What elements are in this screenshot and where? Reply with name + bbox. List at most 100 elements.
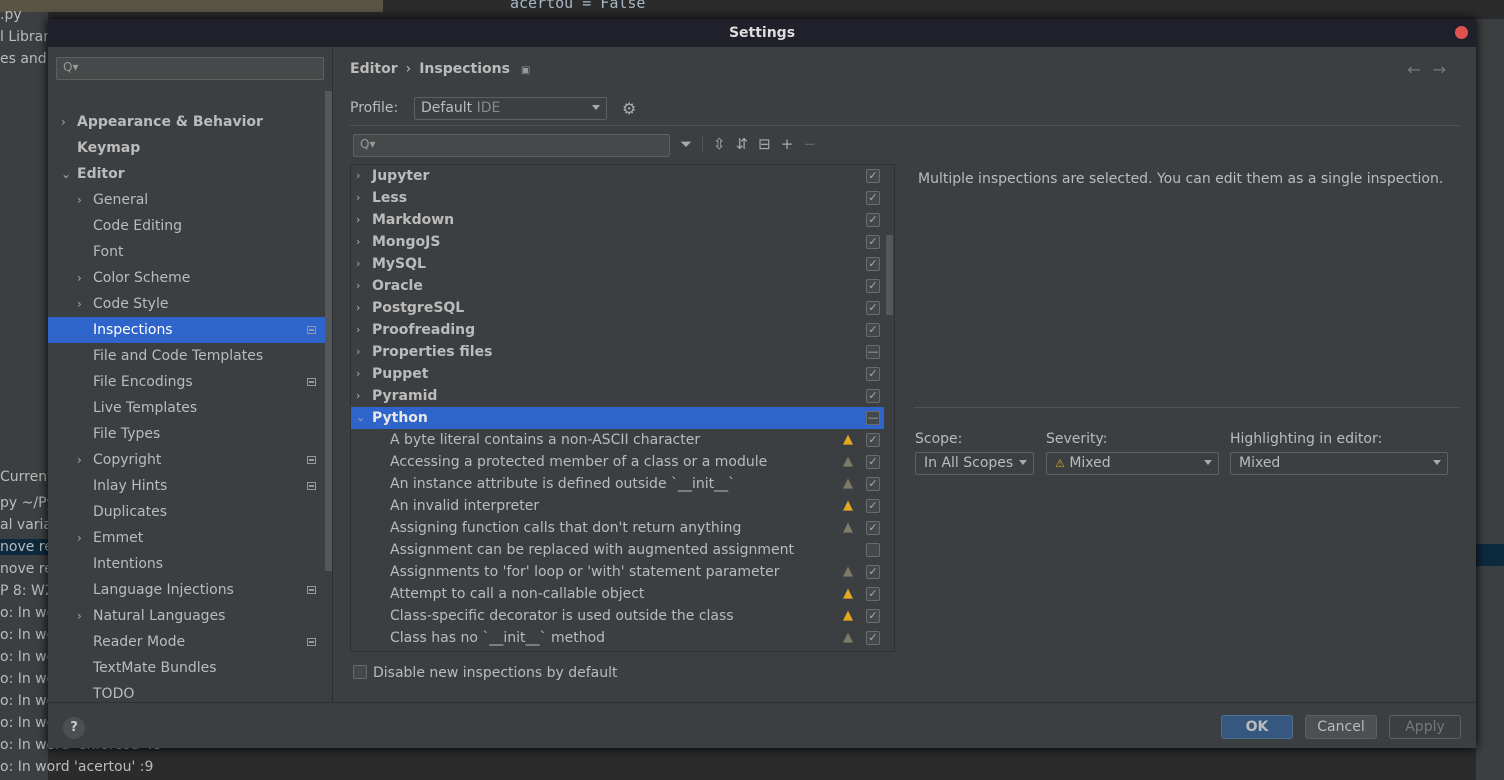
checkbox[interactable]: ✓: [866, 565, 880, 579]
chevron-right-icon[interactable]: ›: [77, 525, 82, 551]
inspection-group[interactable]: › Oracle ✓: [351, 275, 884, 297]
chevron-right-icon[interactable]: ›: [77, 291, 82, 317]
inspection-group[interactable]: › Properties files —: [351, 341, 884, 363]
inspection-group[interactable]: › Proofreading ✓: [351, 319, 884, 341]
chevron-right-icon[interactable]: ›: [356, 231, 360, 253]
inspection-group[interactable]: › Puppet ✓: [351, 363, 884, 385]
inspection-item[interactable]: An invalid interpreter ▲ ✓: [351, 495, 884, 517]
sidebar-item-inlay-hints[interactable]: Inlay Hints: [48, 473, 332, 499]
sidebar-item-appearance-behavior[interactable]: › Appearance & Behavior: [48, 109, 332, 135]
apply-button[interactable]: Apply: [1389, 715, 1461, 739]
sidebar-item-emmet[interactable]: › Emmet: [48, 525, 332, 551]
severity-select[interactable]: ⚠ Mixed: [1046, 452, 1219, 475]
ok-button[interactable]: OK: [1221, 715, 1293, 739]
cancel-button[interactable]: Cancel: [1305, 715, 1377, 739]
sidebar-item-color-scheme[interactable]: › Color Scheme: [48, 265, 332, 291]
chevron-right-icon[interactable]: ›: [77, 603, 82, 629]
chevron-right-icon[interactable]: ›: [356, 297, 360, 319]
remove-icon[interactable]: −: [803, 135, 816, 153]
chevron-right-icon[interactable]: ›: [77, 187, 82, 213]
chevron-right-icon[interactable]: ›: [77, 265, 82, 291]
sidebar-item-file-and-code-templates[interactable]: File and Code Templates: [48, 343, 332, 369]
sidebar-item-code-style[interactable]: › Code Style: [48, 291, 332, 317]
tree-scrollbar[interactable]: [886, 235, 893, 315]
sidebar-item-intentions[interactable]: Intentions: [48, 551, 332, 577]
chevron-right-icon[interactable]: ›: [356, 165, 360, 187]
chevron-right-icon[interactable]: ›: [61, 109, 66, 135]
chevron-down-icon[interactable]: ⌄: [356, 407, 365, 429]
chevron-right-icon[interactable]: ›: [77, 447, 82, 473]
chevron-down-icon[interactable]: ⌄: [61, 161, 71, 187]
chevron-right-icon[interactable]: ›: [356, 209, 360, 231]
checkbox[interactable]: ✓: [866, 213, 880, 227]
sidebar-item-copyright[interactable]: › Copyright: [48, 447, 332, 473]
close-button[interactable]: [1455, 26, 1468, 39]
checkbox[interactable]: ✓: [866, 477, 880, 491]
checkbox[interactable]: ✓: [866, 609, 880, 623]
back-arrow-icon[interactable]: ←: [1407, 60, 1432, 79]
profile-select[interactable]: Default IDE: [414, 97, 607, 120]
checkbox[interactable]: ✓: [866, 521, 880, 535]
checkbox[interactable]: ✓: [866, 323, 880, 337]
checkbox[interactable]: ✓: [866, 235, 880, 249]
checkbox[interactable]: ✓: [866, 587, 880, 601]
inspection-item[interactable]: Attempt to call a non-callable object ▲ ✓: [351, 583, 884, 605]
chevron-right-icon[interactable]: ›: [356, 187, 360, 209]
sidebar-scrollbar[interactable]: [325, 91, 332, 571]
expand-all-icon[interactable]: ⇳: [713, 135, 726, 153]
sidebar-item-natural-languages[interactable]: › Natural Languages: [48, 603, 332, 629]
sidebar-item-todo[interactable]: TODO: [48, 681, 332, 702]
checkbox[interactable]: ✓: [866, 191, 880, 205]
checkbox[interactable]: ✓: [866, 499, 880, 513]
gear-icon[interactable]: ⚙: [622, 99, 636, 118]
checkbox[interactable]: [866, 543, 880, 557]
checkbox[interactable]: ✓: [866, 301, 880, 315]
checkbox[interactable]: —: [866, 411, 880, 425]
checkbox[interactable]: ✓: [866, 433, 880, 447]
checkbox[interactable]: ✓: [866, 389, 880, 403]
disable-new-checkbox[interactable]: Disable new inspections by default: [353, 665, 617, 681]
sidebar-item-language-injections[interactable]: Language Injections: [48, 577, 332, 603]
sidebar-item-inspections[interactable]: Inspections: [48, 317, 332, 343]
inspection-group[interactable]: › Jupyter ✓: [351, 165, 884, 187]
inspection-item[interactable]: Assignment can be replaced with augmente…: [351, 539, 884, 561]
sidebar-item-editor[interactable]: ⌄ Editor: [48, 161, 332, 187]
checkbox[interactable]: ✓: [866, 631, 880, 645]
inspection-group[interactable]: › Markdown ✓: [351, 209, 884, 231]
sidebar-item-keymap[interactable]: Keymap: [48, 135, 332, 161]
scope-select[interactable]: In All Scopes: [915, 452, 1034, 475]
chevron-right-icon[interactable]: ›: [356, 253, 360, 275]
chevron-right-icon[interactable]: ›: [356, 275, 360, 297]
inspections-search-input[interactable]: Q▾: [353, 134, 670, 157]
collapse-all-icon[interactable]: ⇵: [736, 135, 749, 153]
sidebar-item-general[interactable]: › General: [48, 187, 332, 213]
add-icon[interactable]: +: [781, 135, 794, 153]
checkbox[interactable]: ✓: [866, 279, 880, 293]
sidebar-item-textmate-bundles[interactable]: TextMate Bundles: [48, 655, 332, 681]
filter-icon[interactable]: ⏷: [680, 135, 692, 153]
highlighting-select[interactable]: Mixed: [1230, 452, 1448, 475]
checkbox[interactable]: ✓: [866, 367, 880, 381]
checkbox[interactable]: ✓: [866, 455, 880, 469]
inspection-item[interactable]: Accessing a protected member of a class …: [351, 451, 884, 473]
chevron-right-icon[interactable]: ›: [356, 341, 360, 363]
inspection-item[interactable]: Assigning function calls that don't retu…: [351, 517, 884, 539]
checkbox[interactable]: ✓: [866, 169, 880, 183]
inspection-item[interactable]: A byte literal contains a non-ASCII char…: [351, 429, 884, 451]
sidebar-item-duplicates[interactable]: Duplicates: [48, 499, 332, 525]
sidebar-item-file-types[interactable]: File Types: [48, 421, 332, 447]
sidebar-item-font[interactable]: Font: [48, 239, 332, 265]
chevron-right-icon[interactable]: ›: [356, 319, 360, 341]
help-button[interactable]: ?: [63, 717, 85, 739]
inspection-group[interactable]: › MongoJS ✓: [351, 231, 884, 253]
reset-icon[interactable]: ⊟: [758, 135, 771, 153]
inspection-group[interactable]: › PostgreSQL ✓: [351, 297, 884, 319]
inspection-item[interactable]: Class-specific decorator is used outside…: [351, 605, 884, 627]
chevron-right-icon[interactable]: ›: [356, 385, 360, 407]
inspection-item[interactable]: Class has no `__init__` method ▲ ✓: [351, 627, 884, 649]
inspection-group[interactable]: › Pyramid ✓: [351, 385, 884, 407]
sidebar-item-code-editing[interactable]: Code Editing: [48, 213, 332, 239]
sidebar-search-input[interactable]: Q▾: [56, 57, 324, 80]
checkbox[interactable]: —: [866, 345, 880, 359]
chevron-right-icon[interactable]: ›: [356, 363, 360, 385]
